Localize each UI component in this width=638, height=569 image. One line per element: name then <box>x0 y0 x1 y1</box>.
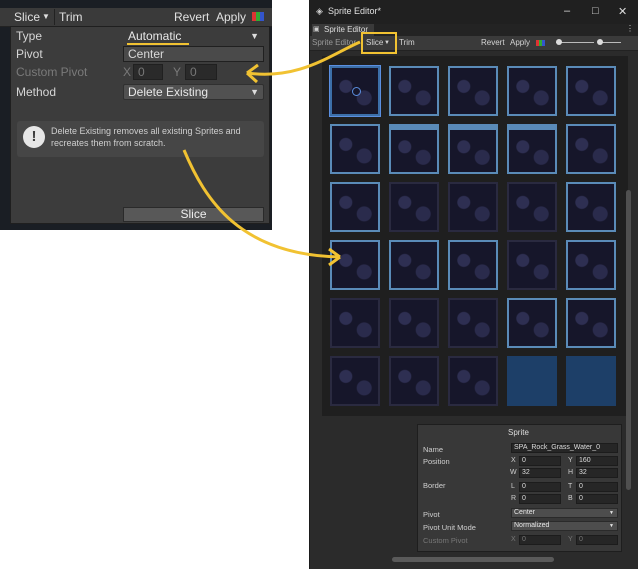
annotation-arrows <box>182 40 361 267</box>
arrow-to-type-dropdown <box>246 40 361 76</box>
arrow-to-canvas <box>182 149 341 259</box>
